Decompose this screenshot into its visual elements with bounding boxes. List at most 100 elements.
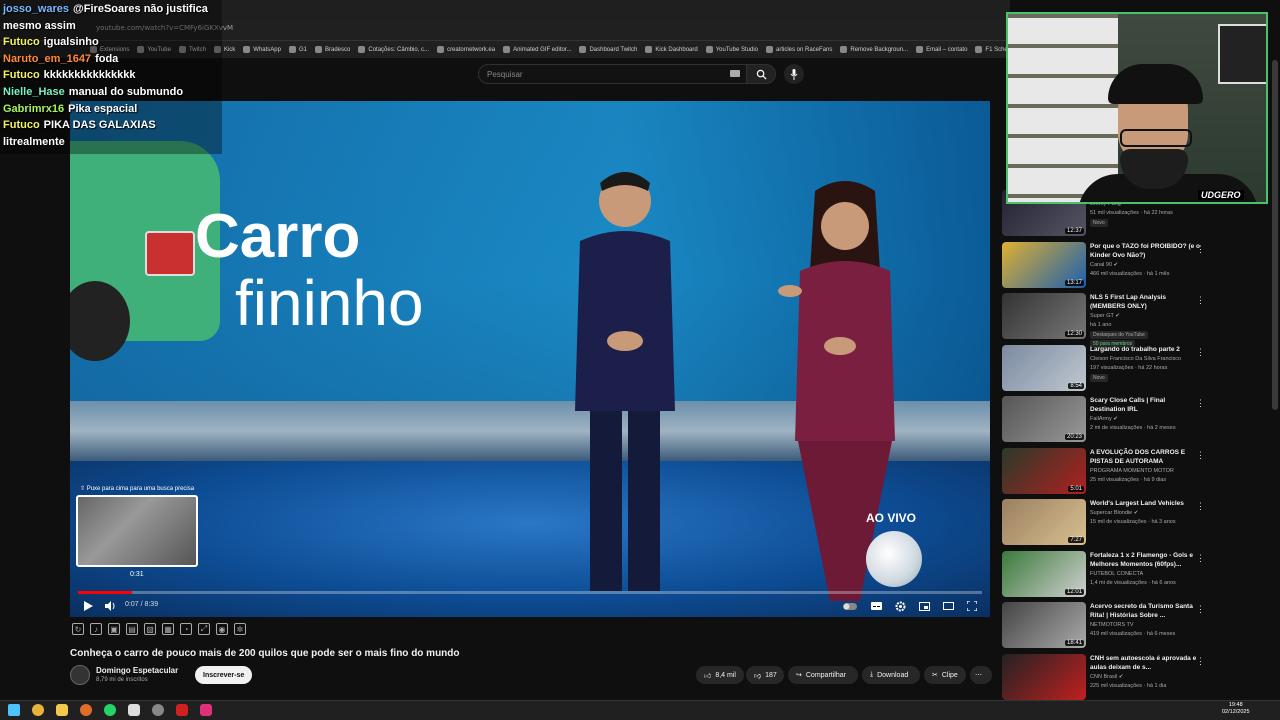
like-button[interactable]: 👍︎ 8,4 mil <box>696 666 744 684</box>
more-options-icon[interactable]: ⋮ <box>1196 244 1205 255</box>
dislike-button[interactable]: 👎︎ 187 <box>746 666 784 684</box>
clip-button[interactable]: ✂ Clipe <box>924 666 966 684</box>
bookmark-item[interactable]: Dashboard Twitch <box>579 46 637 53</box>
recommendation-item[interactable]: 8:54 Largando do trabalho parte 2 Cleison … <box>1000 344 1270 395</box>
recommendation-channel[interactable]: Supercar Blondie ✔ <box>1090 510 1138 516</box>
more-options-icon[interactable]: ⋮ <box>1196 295 1205 306</box>
more-options-icon[interactable]: ⋮ <box>1196 604 1205 615</box>
chrome-icon[interactable] <box>32 704 44 716</box>
recommendation-channel[interactable]: Cleison Francisco Da Silva Francisco <box>1090 356 1181 362</box>
bookmark-item[interactable]: Cotações: Câmbio, c... <box>358 46 429 53</box>
expand-icon[interactable]: ⤢ <box>198 623 210 635</box>
settings-button[interactable] <box>890 596 910 616</box>
calendar-icon[interactable]: ▤ <box>126 623 138 635</box>
recommendation-item[interactable]: 12:01 Fortaleza 1 x 2 Flamengo - Gols e M… <box>1000 550 1270 601</box>
more-options-icon[interactable]: ⋮ <box>1196 553 1205 564</box>
app-icon[interactable] <box>128 704 140 716</box>
bookmark-item[interactable]: articles on RaceFans <box>766 46 832 53</box>
search-input[interactable]: Pesquisar <box>478 64 748 84</box>
obs-icon[interactable] <box>152 704 164 716</box>
voice-search-button[interactable] <box>784 64 804 84</box>
recommendation-title[interactable]: NLS 5 First Lap Analysis (MEMBERS ONLY) <box>1090 293 1202 311</box>
layout-icon[interactable]: ▦ <box>162 623 174 635</box>
bookmark-item[interactable]: WhatsApp <box>243 46 281 53</box>
recommendation-thumbnail[interactable]: 12:30 <box>1002 293 1086 339</box>
whatsapp-icon[interactable] <box>104 704 116 716</box>
video-player[interactable]: Carro fininho AO VIVO ⇧ Puxe para cima p… <box>70 101 990 617</box>
channel-avatar[interactable] <box>70 665 90 685</box>
play-button[interactable] <box>78 596 98 616</box>
page-scrollbar[interactable] <box>1272 60 1278 410</box>
recommendation-channel[interactable]: CNN Brasil ✔ <box>1090 674 1123 680</box>
bookmark-item[interactable]: YouTube Studio <box>705 46 758 53</box>
recommendation-title[interactable]: Largando do trabalho parte 2 <box>1090 345 1202 354</box>
recommendation-item[interactable]: 18:41 Acervo secreto da Turismo Santa Rit… <box>1000 602 1270 652</box>
recommendation-item[interactable]: 5:01 A EVOLUÇÃO DOS CARROS E PISTAS DE AU… <box>1000 447 1270 498</box>
recommendation-channel[interactable]: Super GT ✔ <box>1090 313 1120 319</box>
bookmark-item[interactable]: Animated GIF editor... <box>503 46 571 53</box>
audio-icon[interactable]: ♪ <box>90 623 102 635</box>
channel-name[interactable]: Domingo Espetacular <box>96 666 178 675</box>
recommendation-channel[interactable]: Canal 90 ✔ <box>1090 262 1118 268</box>
recommendation-title[interactable]: A EVOLUÇÃO DOS CARROS E PISTAS DE AUTORA… <box>1090 448 1202 466</box>
recommendation-channel[interactable]: NETMOTORS TV <box>1090 622 1134 628</box>
app-icon[interactable] <box>176 704 188 716</box>
more-options-icon[interactable]: ⋮ <box>1196 347 1205 358</box>
recommendation-title[interactable]: Scary Close Calls | Final Destination IR… <box>1090 396 1202 414</box>
recommendation-item[interactable]: 12:30 NLS 5 First Lap Analysis (MEMBERS O… <box>1000 293 1270 348</box>
recommendation-thumbnail[interactable]: 7:27 <box>1002 499 1086 545</box>
recommendation-title[interactable]: CNH sem autoescola é aprovada e aulas de… <box>1090 654 1202 672</box>
picture-icon[interactable]: ▧ <box>144 623 156 635</box>
camera-icon[interactable]: ◉ <box>216 623 228 635</box>
keyboard-icon[interactable] <box>730 70 740 77</box>
recommendation-item[interactable]: 13:17 Por que o TAZO foi PROIBIDO? (e o K… <box>1000 241 1270 292</box>
system-clock[interactable]: 19:48 02/12/2025 <box>1222 702 1250 716</box>
recommendation-channel[interactable]: FailArmy ✔ <box>1090 416 1118 422</box>
recommendation-thumbnail[interactable]: 20:23 <box>1002 396 1086 442</box>
recommendation-channel[interactable]: PROGRAMA MOMENTO MOTOR <box>1090 468 1174 474</box>
bookmark-item[interactable]: Kick Dashboard <box>645 46 698 53</box>
app-icon[interactable] <box>80 704 92 716</box>
recommendation-title[interactable]: Fortaleza 1 x 2 Flamengo - Gols e Melhor… <box>1090 551 1202 569</box>
recommendation-thumbnail[interactable]: 13:17 <box>1002 241 1086 288</box>
bookmark-item[interactable]: Remove Backgroun... <box>840 46 908 53</box>
loop-icon[interactable]: ↻ <box>72 623 84 635</box>
more-options-icon[interactable]: ⋮ <box>1196 501 1205 512</box>
recommendation-channel[interactable]: FUTEBOL CONECTA <box>1090 571 1143 577</box>
recommendation-item[interactable]: 20:23 Scary Close Calls | Final Destinati… <box>1000 396 1270 446</box>
gear-icon[interactable]: ✲ <box>234 623 246 635</box>
recommendation-title[interactable]: Acervo secreto da Turismo Santa Rita! | … <box>1090 602 1202 620</box>
subtitles-button[interactable] <box>866 596 886 616</box>
screenshot-icon[interactable]: ▣ <box>108 623 120 635</box>
recommendation-thumbnail[interactable]: 8:54 <box>1002 344 1086 391</box>
recommendation-thumbnail[interactable]: 18:41 <box>1002 602 1086 648</box>
more-options-icon[interactable]: ⋮ <box>1196 450 1205 461</box>
bookmark-item[interactable]: creatornetwork.ea <box>437 46 495 53</box>
subscribe-button[interactable]: Inscrever-se <box>195 666 253 684</box>
recommendation-item[interactable]: 7:27 World's Largest Land Vehicles Superca… <box>1000 499 1270 549</box>
recommendation-thumbnail[interactable]: 5:01 <box>1002 447 1086 494</box>
download-button[interactable]: ⤓ Download <box>862 666 920 684</box>
bookmark-item[interactable]: G1 <box>288 46 307 53</box>
bookmark-item[interactable]: Email – contato <box>916 46 967 53</box>
progress-bar[interactable] <box>78 591 982 594</box>
search-button[interactable] <box>746 64 776 84</box>
recommendation-item[interactable]: CNH sem autoescola é aprovada e aulas de… <box>1000 653 1270 704</box>
fullscreen-button[interactable] <box>962 596 982 616</box>
share-button[interactable]: ↪ Compartilhar <box>788 666 858 684</box>
more-actions-button[interactable]: ⋯ <box>970 666 992 684</box>
recommendation-title[interactable]: World's Largest Land Vehicles <box>1090 499 1202 508</box>
app-icon[interactable] <box>200 704 212 716</box>
more-options-icon[interactable]: ⋮ <box>1196 398 1205 409</box>
bookmark-item[interactable]: Bradesco <box>315 46 350 53</box>
recommendation-thumbnail[interactable]: 12:01 <box>1002 550 1086 597</box>
miniplayer-button[interactable] <box>914 596 934 616</box>
recommendation-title[interactable]: Por que o TAZO foi PROIBIDO? (e o Kinder… <box>1090 242 1202 260</box>
file-explorer-icon[interactable] <box>56 704 68 716</box>
windows-start-icon[interactable] <box>8 704 20 716</box>
speed-icon[interactable]: ◔ <box>180 623 192 635</box>
more-options-icon[interactable]: ⋮ <box>1196 656 1205 667</box>
recommendation-thumbnail[interactable] <box>1002 653 1086 700</box>
mute-button[interactable] <box>100 596 120 616</box>
theater-mode-button[interactable] <box>938 596 958 616</box>
